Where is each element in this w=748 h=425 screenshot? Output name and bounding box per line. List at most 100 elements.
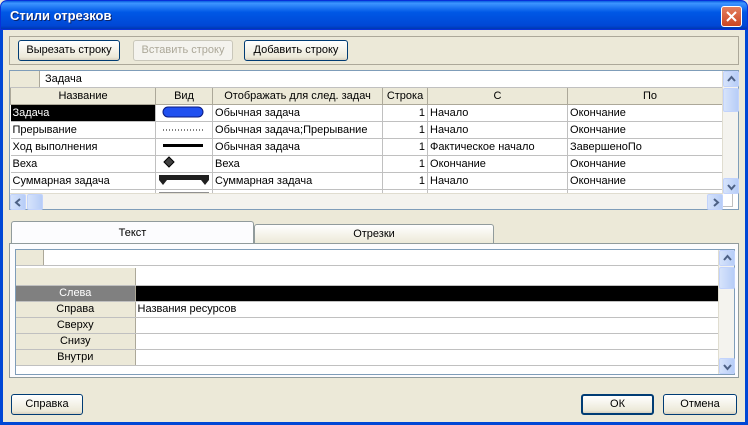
cell-from[interactable]: Фактическое начало (427, 138, 569, 156)
arrow-down-icon (723, 364, 732, 371)
scroll-thumb[interactable] (723, 88, 739, 112)
col-header-show-for[interactable]: Отображать для след. задач (212, 88, 384, 105)
cell-show-for[interactable]: Обычная задача (212, 138, 384, 156)
table-row[interactable]: Сверху (16, 317, 719, 334)
scroll-up-button[interactable] (719, 250, 735, 266)
scroll-right-button[interactable] (707, 194, 723, 210)
window-title: Стили отрезков (10, 8, 112, 23)
cell-name[interactable]: Ход выполнения (10, 138, 157, 156)
cell-name[interactable]: Веха (10, 155, 157, 173)
paste-row-button[interactable]: Вставить строку (133, 40, 233, 61)
cell-from[interactable]: Начало (427, 172, 569, 190)
table-row[interactable]: Снизу (16, 333, 719, 350)
cell-appearance[interactable] (155, 138, 214, 156)
table-row[interactable]: Внутри (16, 349, 719, 366)
text-grid-vertical-scrollbar[interactable] (718, 250, 735, 374)
table-row[interactable]: Прерывание Обычная задача;Прерывание 1 Н… (10, 121, 734, 139)
cell-from[interactable]: Начало (427, 104, 569, 122)
tab-panel-text: Слева Справа Названия ресурсов Сверху Сн… (9, 243, 739, 378)
grid-horizontal-scrollbar[interactable] (10, 193, 723, 210)
close-icon (726, 11, 737, 22)
cell-show-for[interactable]: Обычная задача (212, 104, 384, 122)
grid-entry-bar: Задача (10, 71, 723, 88)
cell-name[interactable]: Прерывание (10, 121, 157, 139)
text-grid[interactable]: Слева Справа Названия ресурсов Сверху Сн… (15, 249, 735, 375)
cell-show-for[interactable]: Веха (212, 155, 384, 173)
grid-corner (10, 71, 40, 87)
cell-row[interactable]: 1 (382, 155, 429, 173)
cell-name[interactable]: Суммарная задача (10, 172, 157, 190)
grid-entry-bar (16, 250, 719, 266)
cancel-button[interactable]: Отмена (663, 394, 737, 415)
table-row[interactable]: Ход выполнения Обычная задача 1 Фактичес… (10, 138, 734, 156)
table-header (16, 268, 719, 286)
cell-appearance[interactable] (155, 155, 214, 173)
col-header-row[interactable]: Строка (382, 88, 429, 105)
scroll-down-button[interactable] (719, 358, 735, 374)
entry-value[interactable]: Задача (45, 73, 82, 85)
col-header-name[interactable]: Название (9, 88, 157, 105)
tab-bars[interactable]: Отрезки (254, 224, 494, 243)
cell-row[interactable]: 1 (382, 172, 429, 190)
row-value[interactable] (135, 349, 719, 366)
diamond-icon (163, 155, 175, 168)
scroll-thumb[interactable] (719, 267, 735, 289)
cell-to[interactable]: Окончание (567, 121, 734, 139)
row-value[interactable] (135, 285, 719, 302)
row-value[interactable] (135, 333, 719, 350)
table-header: Название Вид Отображать для след. задач … (9, 88, 734, 105)
col-header-from[interactable]: С (427, 88, 569, 105)
tab-text[interactable]: Текст (11, 221, 254, 243)
row-label[interactable]: Снизу (16, 333, 136, 350)
arrow-up-icon (723, 254, 732, 261)
cell-show-for[interactable]: Обычная задача;Прерывание (212, 121, 384, 139)
bar-styles-grid[interactable]: Задача Название Вид Отображать для след.… (9, 70, 739, 210)
scroll-down-button[interactable] (723, 178, 739, 194)
arrow-right-icon (713, 198, 720, 207)
row-label[interactable]: Справа (16, 301, 136, 318)
row-label[interactable]: Сверху (16, 317, 136, 334)
row-label[interactable]: Внутри (16, 349, 136, 366)
table-row[interactable]: Суммарная задача Суммарная задача 1 Нача… (10, 172, 734, 190)
cell-to[interactable]: Окончание (567, 172, 734, 190)
cell-to[interactable]: Окончание (567, 155, 734, 173)
scroll-up-button[interactable] (723, 71, 739, 87)
cut-row-button[interactable]: Вырезать строку (18, 40, 120, 61)
add-row-button[interactable]: Добавить строку (244, 40, 348, 61)
row-label[interactable]: Слева (16, 285, 136, 302)
cell-name[interactable]: Задача (10, 104, 157, 122)
cell-show-for[interactable]: Суммарная задача (212, 172, 384, 190)
row-value[interactable] (135, 317, 719, 334)
cell-appearance[interactable] (155, 104, 214, 122)
grid-vertical-scrollbar[interactable] (722, 71, 739, 194)
dotted-line-icon (163, 129, 204, 130)
summary-bar-icon (159, 174, 210, 185)
arrow-left-icon (14, 198, 21, 207)
help-button[interactable]: Справка (11, 394, 83, 415)
cell-row[interactable]: 1 (382, 121, 429, 139)
bar-styles-table: Название Вид Отображать для след. задач … (9, 88, 734, 207)
ok-button[interactable]: ОК (581, 394, 654, 415)
cell-from[interactable]: Окончание (427, 155, 569, 173)
row-value[interactable]: Названия ресурсов (135, 301, 719, 318)
table-row[interactable]: Веха Веха 1 Окончание Окончание (10, 155, 734, 173)
close-button[interactable] (721, 6, 742, 27)
cell-appearance[interactable] (155, 172, 214, 190)
table-row[interactable]: Справа Названия ресурсов (16, 301, 719, 318)
cell-row[interactable]: 1 (382, 104, 429, 122)
thin-black-bar-icon (163, 143, 204, 147)
scroll-left-button[interactable] (10, 194, 26, 210)
cell-from[interactable]: Начало (427, 121, 569, 139)
table-row[interactable]: Слева (16, 285, 719, 302)
blue-rounded-bar-icon (162, 106, 204, 117)
text-table: Слева Справа Названия ресурсов Сверху Сн… (16, 268, 719, 366)
cell-row[interactable]: 1 (382, 138, 429, 156)
scroll-thumb[interactable] (27, 194, 43, 210)
col-header-appearance[interactable]: Вид (155, 88, 214, 105)
table-row[interactable]: Задача Обычная задача 1 Начало Окончание (10, 104, 734, 122)
cell-to[interactable]: Окончание (567, 104, 734, 122)
col-header-to[interactable]: По (567, 88, 734, 105)
cell-appearance[interactable] (155, 121, 214, 139)
cell-to[interactable]: ЗавершеноПо (567, 138, 734, 156)
tabs-area: Текст Отрезки Слева Справа Названия ресу… (9, 221, 739, 378)
